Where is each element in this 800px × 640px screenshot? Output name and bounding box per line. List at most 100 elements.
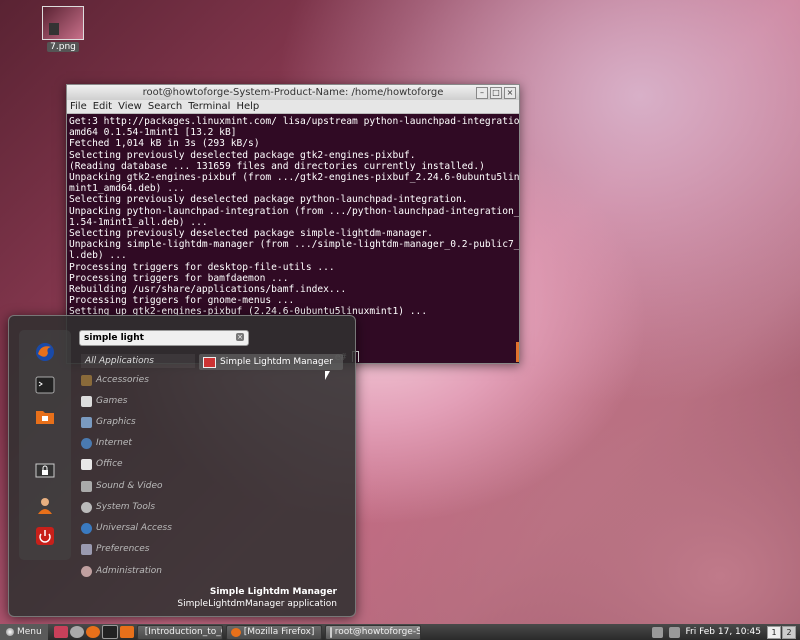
menu-search-input[interactable] <box>80 331 228 345</box>
description-name: Simple Lightdm Manager <box>209 587 337 597</box>
minimize-icon[interactable]: – <box>476 87 488 99</box>
menu-terminal[interactable]: Terminal <box>188 100 230 113</box>
category-graphics[interactable]: Graphics <box>81 415 136 429</box>
system-tools-icon <box>81 501 92 513</box>
menu-search-box[interactable]: × <box>79 330 249 346</box>
terminal-line: Unpacking simple-lightdm-manager (from .… <box>69 239 519 251</box>
terminal-line: amd64 0.1.54-1mint1 [13.2 kB] <box>69 127 237 139</box>
menu-view[interactable]: View <box>118 100 142 113</box>
terminal-line: (Reading database ... 131659 files and d… <box>69 160 485 172</box>
category-system-tools[interactable]: System Tools <box>81 500 155 514</box>
terminal-icon[interactable] <box>33 373 57 397</box>
logout-icon[interactable] <box>33 493 57 517</box>
description-text: SimpleLightdmManager application <box>177 599 337 609</box>
workspace-switcher: 1 2 <box>767 625 796 639</box>
category-administration[interactable]: Administration <box>81 564 162 578</box>
taskbar: Menu [Introduction_to_Cin... [Mozilla Fi… <box>0 624 800 640</box>
result-label: Simple Lightdm Manager <box>220 357 333 367</box>
terminal-line: Selecting previously deselected package … <box>69 149 416 161</box>
menu-logo-icon <box>6 628 14 636</box>
games-icon <box>81 395 92 407</box>
terminal-line: 1.54-1mint1_all.deb) ... <box>69 216 208 228</box>
universal-access-icon <box>81 522 92 534</box>
application-icon <box>203 356 216 368</box>
sound-video-icon <box>81 480 92 492</box>
task-document[interactable]: [Introduction_to_Cin... <box>136 624 223 640</box>
category-label: All Applications <box>85 356 154 366</box>
category-label: Office <box>96 459 123 469</box>
terminal-icon <box>329 626 332 638</box>
power-icon[interactable] <box>33 524 57 548</box>
category-games[interactable]: Games <box>81 394 127 408</box>
desktop-file-label: 7.png <box>47 42 79 52</box>
graphics-icon <box>81 416 92 428</box>
application-menu: × All Applications Accessories Games Gra… <box>8 315 356 617</box>
category-label: Accessories <box>96 375 149 385</box>
menu-button-label: Menu <box>17 627 42 637</box>
category-all-applications[interactable]: All Applications <box>81 354 195 368</box>
terminal-line: Rebuilding /usr/share/applications/bamf.… <box>69 284 347 296</box>
category-internet[interactable]: Internet <box>81 436 132 450</box>
task-terminal[interactable]: root@howtoforge-Sy... <box>324 624 421 640</box>
menu-file[interactable]: File <box>70 100 87 113</box>
settings-gear-icon[interactable] <box>69 626 84 638</box>
files-launcher-icon[interactable] <box>119 626 134 638</box>
home-folder-icon[interactable] <box>33 404 57 428</box>
mouse-pointer-icon <box>325 371 330 380</box>
terminal-launcher-icon[interactable] <box>101 625 118 639</box>
menu-help[interactable]: Help <box>236 100 259 113</box>
firefox-launcher-icon[interactable] <box>85 626 100 638</box>
administration-icon <box>81 565 92 577</box>
show-desktop-icon[interactable] <box>53 626 68 638</box>
category-label: Universal Access <box>96 523 172 533</box>
terminal-line: Processing triggers for bamfdaemon ... <box>69 272 289 284</box>
image-thumbnail-icon <box>42 6 84 40</box>
accessories-icon <box>81 374 92 386</box>
menu-button[interactable]: Menu <box>0 624 48 640</box>
terminal-line: Unpacking python-launchpad-integration (… <box>69 205 519 217</box>
workspace-1[interactable]: 1 <box>767 625 781 639</box>
terminal-line: Processing triggers for gnome-menus ... <box>69 295 295 307</box>
volume-icon[interactable] <box>668 626 680 638</box>
maximize-icon[interactable]: □ <box>490 87 502 99</box>
category-label: Games <box>96 396 128 406</box>
task-label: [Mozilla Firefox] <box>243 627 315 637</box>
terminal-line: Fetched 1,014 kB in 3s (293 kB/s) <box>69 138 260 150</box>
network-icon[interactable] <box>651 626 663 638</box>
category-label: System Tools <box>96 502 156 512</box>
clear-search-icon[interactable]: × <box>236 333 244 341</box>
category-label: Internet <box>96 438 132 448</box>
menu-search[interactable]: Search <box>148 100 182 113</box>
category-universal-access[interactable]: Universal Access <box>81 521 172 535</box>
preferences-icon <box>81 543 92 555</box>
office-icon <box>81 458 92 470</box>
category-label: Sound & Video <box>96 481 163 491</box>
task-firefox[interactable]: [Mozilla Firefox] <box>225 624 322 640</box>
desktop-file-icon[interactable]: 7.png <box>40 6 86 52</box>
terminal-title: root@howtoforge-System-Product-Name: /ho… <box>142 87 444 98</box>
close-icon[interactable]: × <box>504 87 516 99</box>
clock[interactable]: Fri Feb 17, 10:45 <box>686 627 762 637</box>
terminal-scrollbar[interactable] <box>516 342 519 362</box>
terminal-titlebar[interactable]: root@howtoforge-System-Product-Name: /ho… <box>67 85 519 100</box>
menu-edit[interactable]: Edit <box>93 100 112 113</box>
terminal-line: Unpacking gtk2-engines-pixbuf (from .../… <box>69 172 519 184</box>
task-label: [Introduction_to_Cin... <box>144 627 222 637</box>
terminal-line: Processing triggers for desktop-file-uti… <box>69 261 335 273</box>
terminal-line: Selecting previously deselected package … <box>69 228 433 240</box>
firefox-icon <box>230 627 241 637</box>
lock-screen-icon[interactable] <box>33 460 57 484</box>
category-office[interactable]: Office <box>81 457 123 471</box>
workspace-2[interactable]: 2 <box>782 625 796 639</box>
category-accessories[interactable]: Accessories <box>81 373 149 387</box>
terminal-line: mint1_amd64.deb) ... <box>69 183 185 195</box>
category-label: Administration <box>96 566 163 576</box>
terminal-menubar: File Edit View Search Terminal Help <box>67 100 519 114</box>
app-description: Simple Lightdm Manager SimpleLightdmMana… <box>177 586 337 610</box>
category-label: Preferences <box>96 544 150 554</box>
firefox-icon[interactable] <box>33 340 57 364</box>
terminal-line: Selecting previously deselected package … <box>69 194 468 206</box>
category-preferences[interactable]: Preferences <box>81 542 150 556</box>
category-sound-video[interactable]: Sound & Video <box>81 479 163 493</box>
search-result-simple-lightdm-manager[interactable]: Simple Lightdm Manager <box>199 354 343 370</box>
